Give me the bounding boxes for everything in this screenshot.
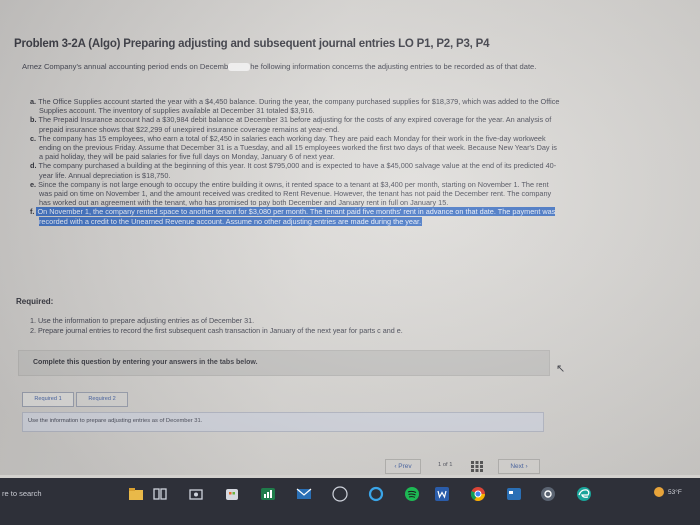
edge-browser-icon[interactable] [576, 486, 592, 502]
list-item: b. The Prepaid Insurance account had a $3… [30, 115, 560, 133]
cortana-icon[interactable] [368, 486, 384, 502]
file-explorer-icon[interactable] [128, 486, 144, 502]
item-letter: d. [30, 161, 37, 171]
item-text: The company purchased a building at the … [38, 161, 557, 180]
spotify-icon[interactable] [404, 486, 420, 502]
item-letter: e. [30, 179, 37, 189]
instructions-box: Complete this question by entering your … [18, 350, 550, 376]
list-item: a. The Office Supplies account started th… [30, 97, 560, 115]
adjustment-items-list: a. The Office Supplies account started th… [30, 97, 560, 226]
camera-app-icon[interactable] [188, 486, 204, 502]
dell-app-icon[interactable] [332, 486, 348, 502]
list-item: d. The company purchased a building at th… [30, 161, 560, 179]
list-item: c. The company has 15 employees, who earn… [30, 134, 560, 162]
instructions-text: Complete this question by entering your … [33, 359, 258, 366]
item-text: The Prepaid Insurance account had a $30,… [38, 115, 552, 134]
tab-instruction-text: Use the information to prepare adjusting… [28, 418, 203, 424]
item-text: The Office Supplies account started the … [38, 97, 560, 116]
required-item: 2. Prepare journal entries to record the… [30, 325, 403, 335]
problem-title: Problem 3-2A (Algo) Preparing adjusting … [14, 38, 490, 50]
app-window-icon[interactable] [506, 486, 522, 502]
settings-gear-icon[interactable] [540, 486, 556, 502]
task-view-icon[interactable] [152, 486, 168, 502]
item-text: The company has 15 employees, who earn a… [38, 133, 557, 162]
required-list: 1. Use the information to prepare adjust… [30, 316, 403, 335]
word-app-icon[interactable] [434, 486, 450, 502]
mail-app-icon[interactable] [296, 486, 312, 502]
weather-icon[interactable] [654, 487, 664, 497]
finance-app-icon[interactable] [260, 486, 276, 502]
problem-intro: Arnez Company's annual accounting period… [22, 62, 562, 72]
taskbar: re to search 53°F [0, 478, 700, 525]
required-item: 1. Use the information to prepare adjust… [30, 316, 255, 325]
chrome-icon[interactable] [470, 486, 486, 502]
intro-text-end: he following information concerns the ad… [250, 62, 537, 71]
highlighted-item-text: On November 1, the company rented space … [36, 207, 556, 226]
grid-view-icon[interactable] [471, 459, 483, 472]
item-letter: f. [30, 207, 35, 217]
item-letter: c. [30, 133, 37, 143]
mouse-cursor-icon: ↖ [556, 363, 566, 375]
list-item: f. On November 1, the company rented spac… [30, 207, 560, 226]
item-letter: a. [30, 97, 37, 106]
required-heading: Required: [16, 297, 54, 306]
next-button[interactable]: Next › [498, 459, 540, 474]
browser-page: Problem 3-2A (Algo) Preparing adjusting … [0, 0, 700, 475]
prev-label: Prev [398, 463, 412, 470]
item-letter: b. [30, 115, 37, 125]
screen-glare [228, 63, 251, 71]
store-app-icon[interactable] [224, 486, 240, 502]
prev-button[interactable]: ‹ Prev [385, 459, 421, 474]
tab-required-2[interactable]: Required 2 [76, 392, 128, 407]
page-indicator: 1 of 1 [438, 462, 453, 468]
weather-temperature[interactable]: 53°F [668, 489, 682, 496]
item-text: Since the company is not large enough to… [38, 179, 552, 208]
tab-instruction-bar: Use the information to prepare adjusting… [22, 412, 544, 432]
tab-required-1[interactable]: Required 1 [22, 392, 74, 407]
intro-text-start: Arnez Company's annual accounting period… [22, 62, 229, 71]
taskbar-search[interactable]: re to search [2, 489, 42, 498]
next-label: Next [510, 463, 524, 470]
list-item: e. Since the company is not large enough … [30, 180, 560, 208]
